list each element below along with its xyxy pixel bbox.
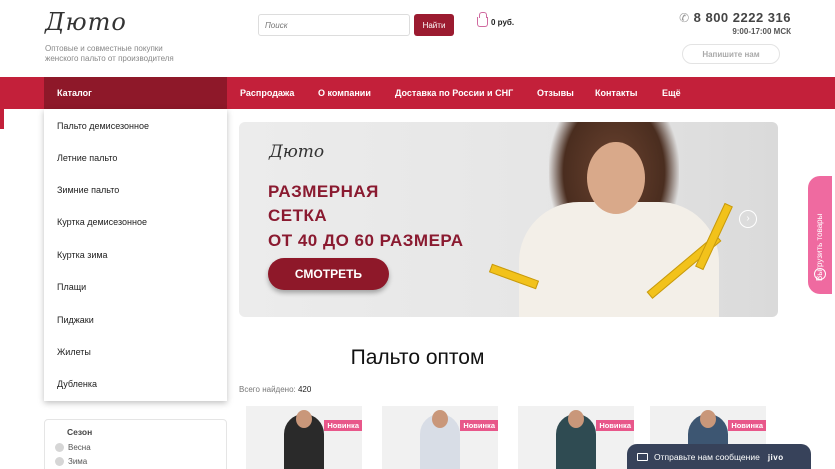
nav-item-delivery[interactable]: Доставка по России и СНГ	[395, 88, 513, 98]
filter-option-spring[interactable]: Весна	[55, 443, 91, 452]
page-title: Пальто оптом	[350, 346, 485, 369]
found-number: 420	[297, 385, 312, 394]
banner-logo: Дюто	[269, 142, 325, 162]
nav-item-about[interactable]: О компании	[318, 88, 371, 98]
cart-total: 0 руб.	[491, 17, 515, 27]
product-card[interactable]: Новинка	[246, 406, 362, 469]
catalog-item[interactable]: Дубленка	[57, 379, 97, 389]
catalog-item[interactable]: Плащи	[57, 282, 86, 292]
new-badge: Новинка	[728, 420, 766, 431]
nav-item-reviews[interactable]: Отзывы	[537, 88, 574, 98]
site-tagline: Оптовые и совместные покупки женского па…	[45, 44, 174, 63]
catalog-item[interactable]: Зимние пальто	[57, 185, 119, 195]
export-products-label: Выгрузить товары	[815, 213, 824, 281]
catalog-item[interactable]: Пальто демисезонное	[57, 121, 149, 131]
promo-banner[interactable]: Дюто РАЗМЕРНАЯ СЕТКА ОТ 40 ДО 60 РАЗМЕРА…	[239, 122, 778, 317]
phone-text: 8 800 2222 316	[693, 10, 791, 25]
season-filter: Сезон Весна Зима	[44, 419, 227, 469]
catalog-item[interactable]: Пиджаки	[57, 315, 94, 325]
cart-widget[interactable]: 0 руб.	[477, 12, 515, 27]
nav-catalog[interactable]: Каталог	[44, 77, 227, 109]
product-model-head	[700, 410, 716, 428]
cloud-download-icon	[814, 268, 826, 280]
checkbox-icon[interactable]	[55, 443, 64, 452]
product-card[interactable]: Новинка	[518, 406, 634, 469]
found-label: Всего найдено:	[239, 385, 296, 394]
working-hours: 9:00-17:00 МСК	[732, 27, 791, 36]
mail-icon	[637, 453, 648, 461]
chat-label: Отправьте нам сообщение	[654, 452, 760, 462]
banner-line-2: СЕТКА	[268, 206, 328, 225]
cart-icon	[477, 12, 488, 27]
nav-item-contacts[interactable]: Контакты	[595, 88, 637, 98]
write-us-button[interactable]: Напишите нам	[682, 44, 780, 64]
found-count: Всего найдено: 420	[239, 385, 311, 394]
catalog-item[interactable]: Летние пальто	[57, 153, 117, 163]
product-model-head	[568, 410, 584, 428]
filter-option-winter[interactable]: Зима	[55, 457, 87, 466]
phone-icon: ✆	[679, 10, 690, 25]
phone-number[interactable]: ✆ 8 800 2222 316	[679, 10, 791, 25]
chat-widget[interactable]: Отправьте нам сообщение jivo	[627, 444, 811, 469]
filter-title: Сезон	[67, 427, 93, 437]
product-model-head	[296, 410, 312, 428]
product-card[interactable]: Новинка	[382, 406, 498, 469]
filter-option-label: Зима	[68, 457, 88, 466]
accent-strip	[0, 109, 4, 129]
banner-line-3: ОТ 40 ДО 60 РАЗМЕРА	[268, 231, 464, 250]
nav-item-sale[interactable]: Распродажа	[240, 88, 294, 98]
banner-view-button[interactable]: СМОТРЕТЬ	[268, 258, 389, 290]
jivo-logo: jivo	[767, 452, 784, 462]
slider-next-icon[interactable]: ›	[739, 210, 757, 228]
product-model-head	[432, 410, 448, 428]
new-badge: Новинка	[596, 420, 634, 431]
checkbox-icon[interactable]	[55, 457, 64, 466]
catalog-item[interactable]: Куртка зима	[57, 250, 108, 260]
filter-option-label: Весна	[68, 443, 91, 452]
catalog-item[interactable]: Куртка демисезонное	[57, 217, 147, 227]
banner-line-1: РАЗМЕРНАЯ	[268, 182, 379, 201]
new-badge: Новинка	[324, 420, 362, 431]
nav-item-more[interactable]: Ещё	[662, 88, 681, 98]
site-logo[interactable]: Дюто	[45, 8, 127, 36]
search-input[interactable]	[258, 14, 410, 36]
search-button[interactable]: Найти	[414, 14, 454, 36]
model-face	[587, 142, 645, 214]
new-badge: Новинка	[460, 420, 498, 431]
